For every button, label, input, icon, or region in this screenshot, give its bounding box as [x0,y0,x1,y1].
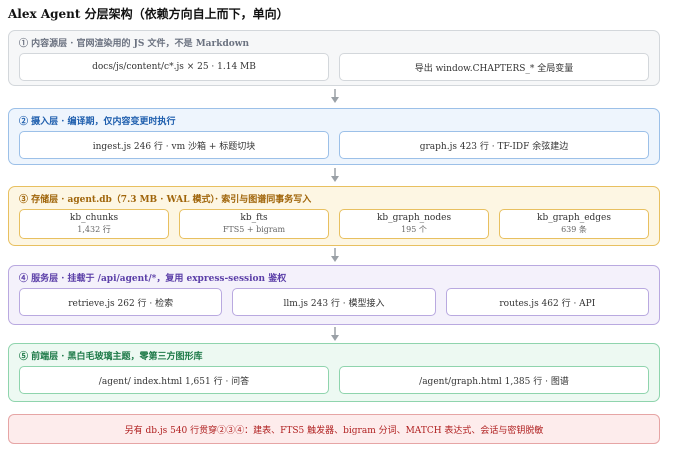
table-count: FTS5 + bigram [222,225,286,234]
diagram-title: Alex Agent 分层架构（依赖方向自上而下，单向） [8,7,289,21]
table-name: kb_chunks [69,213,119,223]
cell-graph-js: graph.js 423 行 · TF-IDF 余弦建边 [339,131,649,159]
table-name: kb_fts [240,213,268,223]
layer-cells: docs/js/content/c*.js × 25 · 1.14 MB 导出 … [19,53,649,81]
layer-title: ⑤ 前端层 · 黑白毛玻璃主题，零第三方图形库 [19,352,203,362]
cell-kb-fts: kb_fts FTS5 + bigram [179,209,329,239]
cell-kb-chunks: kb_chunks 1,432 行 [19,209,169,239]
arrow-down-icon [331,248,339,262]
table-count: 195 个 [401,225,427,234]
table-count: 639 条 [561,225,587,234]
cell-export-globals: 导出 window.CHAPTERS_* 全局变量 [339,53,649,81]
layer-ingest: ② 摄入层 · 编译期，仅内容变更时执行 ingest.js 246 行 · v… [8,108,660,165]
cell-content-files: docs/js/content/c*.js × 25 · 1.14 MB [19,53,329,81]
layer-cells: retrieve.js 262 行 · 检索 llm.js 243 行 · 模型… [19,288,649,316]
layer-storage: ③ 存储层 · agent.db（7.3 MB · WAL 模式）· 索引与图谱… [8,186,660,246]
cell-ingest-js: ingest.js 246 行 · vm 沙箱 + 标题切块 [19,131,329,159]
cell-llm-js: llm.js 243 行 · 模型接入 [232,288,436,316]
arrow-down-icon [331,89,339,103]
layer-cells: /agent/ index.html 1,651 行 · 问答 /agent/g… [19,366,649,394]
cell-agent-graph: /agent/graph.html 1,385 行 · 图谱 [339,366,649,394]
layer-service: ④ 服务层 · 挂载于 /api/agent/*，复用 express-sess… [8,265,660,325]
layer-cells: kb_chunks 1,432 行 kb_fts FTS5 + bigram k… [19,209,649,239]
table-name: kb_graph_nodes [376,213,452,223]
table-count: 1,432 行 [77,225,111,234]
layer-content-source: ① 内容源层 · 官网渲染用的 JS 文件，不是 Markdown docs/j… [8,30,660,86]
layer-frontend: ⑤ 前端层 · 黑白毛玻璃主题，零第三方图形库 /agent/ index.ht… [8,343,660,402]
layer-title: ① 内容源层 · 官网渲染用的 JS 文件，不是 Markdown [19,39,250,49]
cell-agent-index: /agent/ index.html 1,651 行 · 问答 [19,366,329,394]
layer-title: ③ 存储层 · agent.db（7.3 MB · WAL 模式）· 索引与图谱… [19,195,312,205]
arrow-down-icon [331,327,339,341]
cell-kb-graph-nodes: kb_graph_nodes 195 个 [339,209,489,239]
table-name: kb_graph_edges [537,213,611,223]
db-js-note: 另有 db.js 540 行贯穿②③④：建表、FTS5 触发器、bigram 分… [8,414,660,444]
cell-kb-graph-edges: kb_graph_edges 639 条 [499,209,649,239]
arrow-down-icon [331,168,339,182]
layer-cells: ingest.js 246 行 · vm 沙箱 + 标题切块 graph.js … [19,131,649,159]
cell-retrieve-js: retrieve.js 262 行 · 检索 [19,288,223,316]
cell-routes-js: routes.js 462 行 · API [445,288,649,316]
layer-title: ④ 服务层 · 挂载于 /api/agent/*，复用 express-sess… [19,274,287,284]
layer-title: ② 摄入层 · 编译期，仅内容变更时执行 [19,117,176,127]
